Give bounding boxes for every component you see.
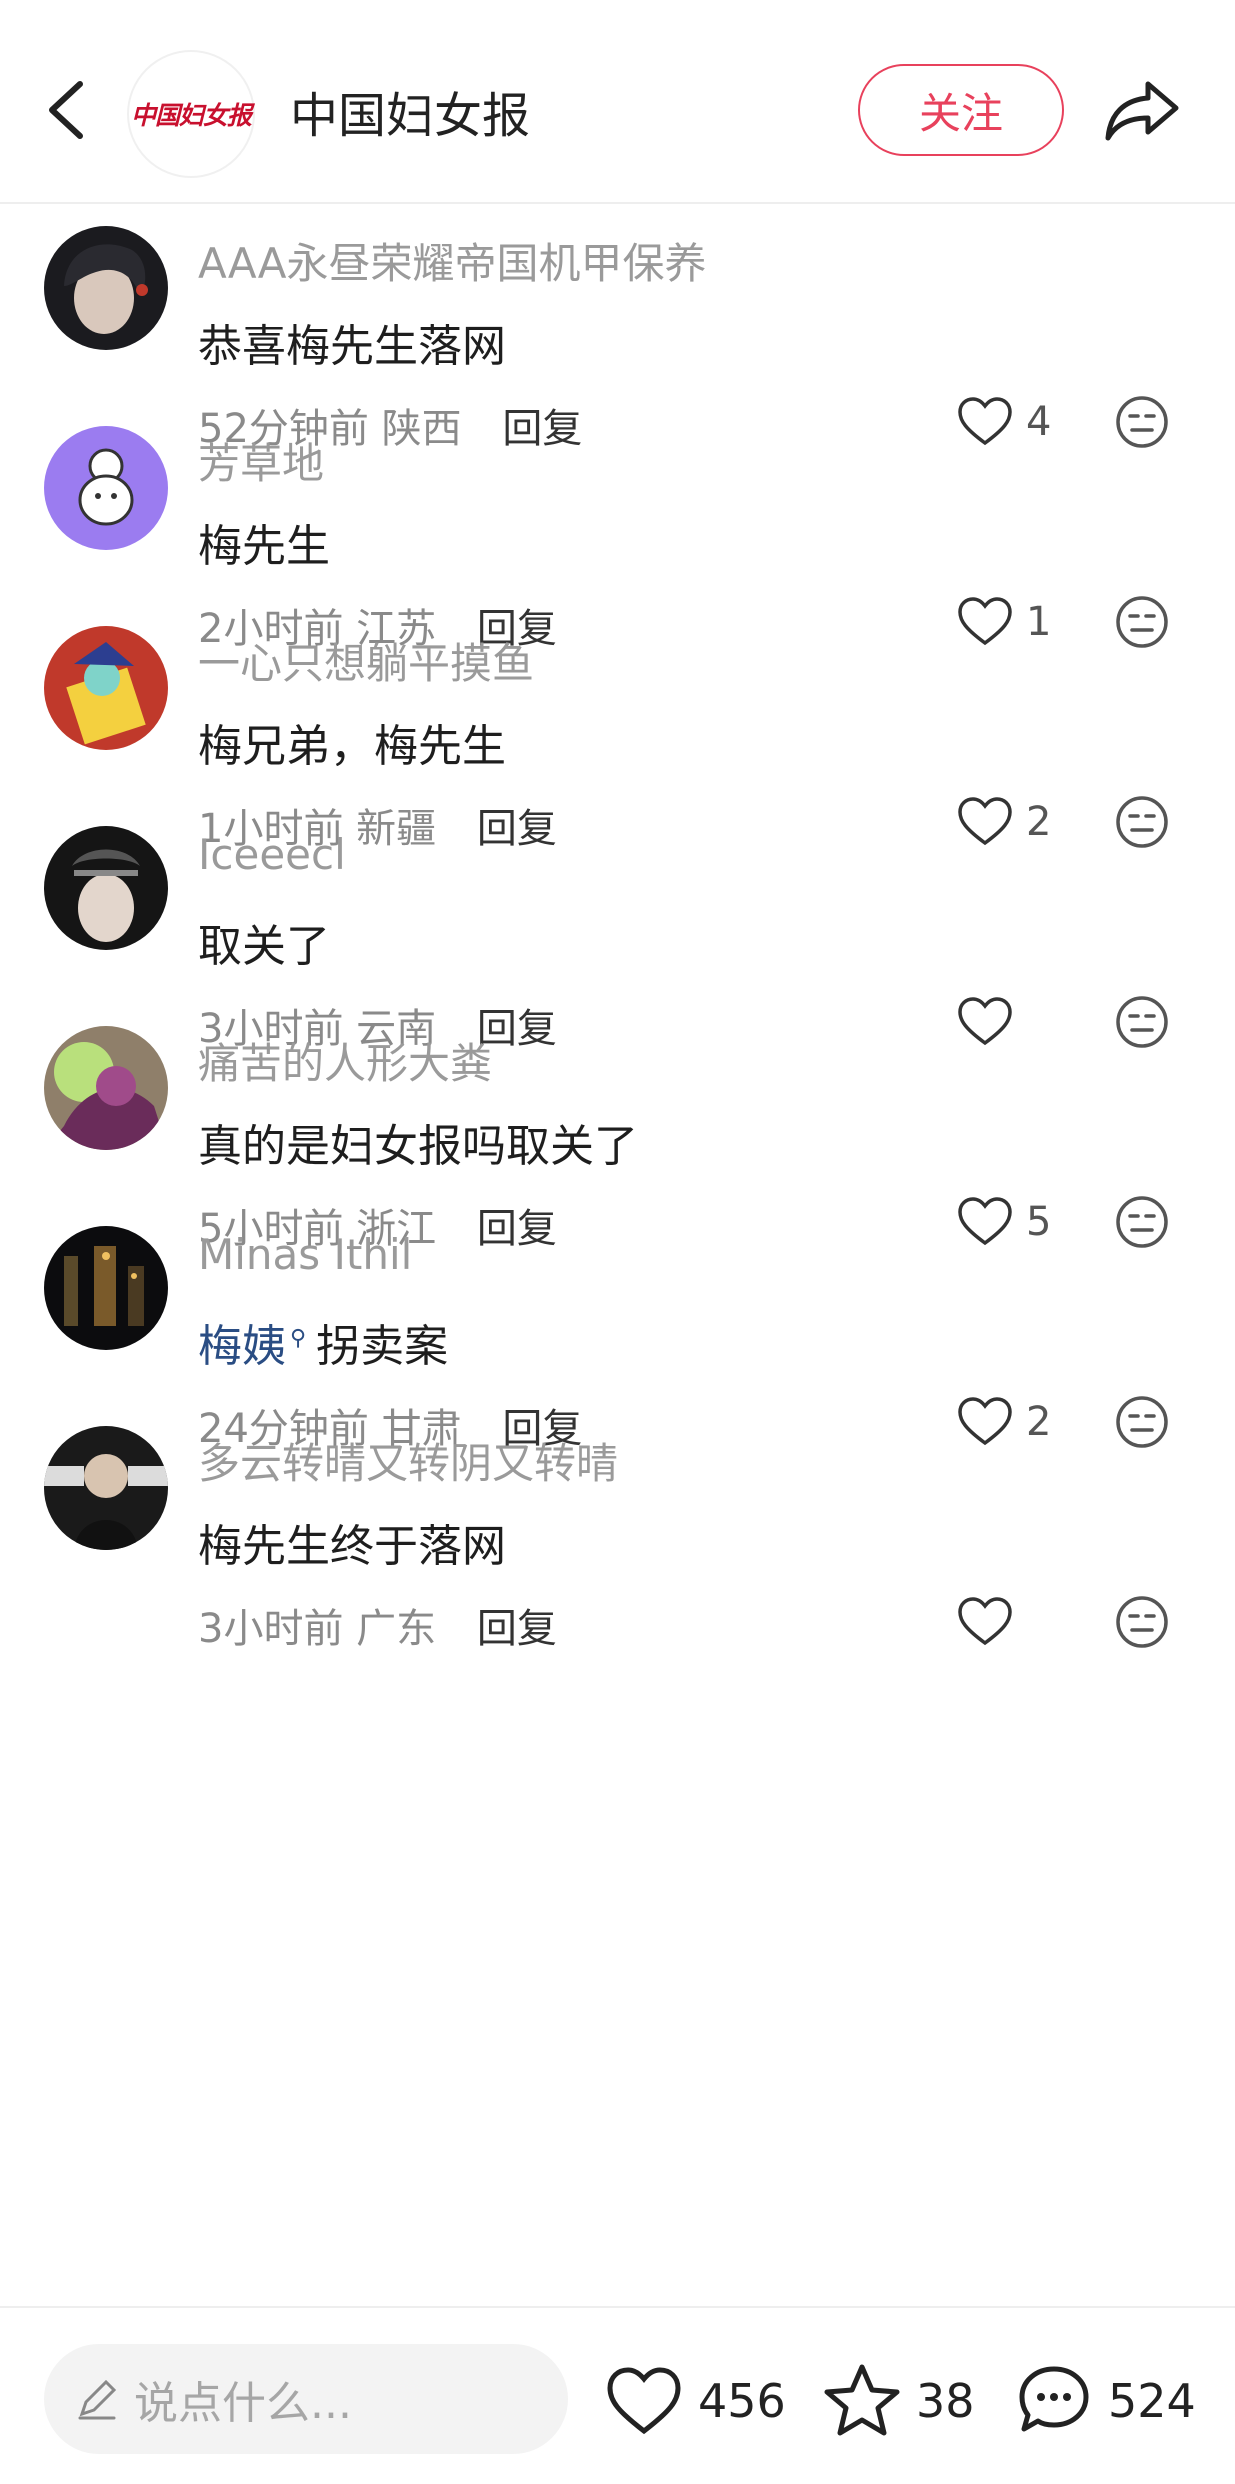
comment-text: 梅姨 ⚲ 拐卖案	[198, 1310, 448, 1374]
comment-time: 3小时前	[198, 1606, 344, 1652]
reaction-emoji-icon[interactable]	[1114, 1594, 1170, 1650]
username[interactable]: 痛苦的人形大粪	[198, 1030, 492, 1091]
page-title: 中国妇女报	[290, 88, 531, 144]
favorite-button[interactable]: 38	[822, 2356, 975, 2446]
username[interactable]: 一心只想躺平摸鱼	[198, 630, 534, 691]
username[interactable]: AAA永昼荣耀帝国机甲保养	[198, 230, 707, 291]
comment-count: 524	[1108, 2374, 1196, 2428]
pencil-icon	[78, 2379, 117, 2420]
star-icon	[824, 2364, 900, 2436]
like-post-button[interactable]: 456	[604, 2356, 786, 2446]
account-avatar[interactable]: 中国妇女报	[127, 50, 255, 178]
avatar[interactable]	[44, 226, 168, 350]
comment-bubble-icon	[1019, 2366, 1089, 2432]
avatar[interactable]	[44, 826, 168, 950]
search-icon: ⚲	[290, 1326, 307, 1352]
comment-list: AAA永昼荣耀帝国机甲保养 恭喜梅先生落网 52分钟前 陕西 回复 4 芳草地	[0, 204, 1235, 2304]
heart-icon	[958, 1597, 1012, 1646]
comment-location: 广东	[356, 1606, 437, 1652]
favorite-count: 38	[916, 2374, 975, 2428]
avatar[interactable]	[44, 1426, 168, 1550]
comments-button[interactable]: 524	[1014, 2356, 1196, 2446]
comment-meta: 3小时前 广东 回复	[198, 1596, 557, 1654]
comment-text: 真的是妇女报吗取关了	[198, 1121, 638, 1172]
comment-text: 恭喜梅先生落网	[198, 321, 506, 372]
username[interactable]: 芳草地	[198, 430, 324, 491]
avatar[interactable]	[44, 626, 168, 750]
comment-text-rest: 拐卖案	[316, 1321, 449, 1372]
like-button[interactable]	[956, 1590, 1026, 1654]
post-like-count: 456	[698, 2374, 786, 2428]
username[interactable]: Minas Ithil	[198, 1230, 412, 1279]
avatar[interactable]	[44, 1026, 168, 1150]
comment-text: 取关了	[198, 921, 330, 972]
top-bar: 中国妇女报 中国妇女报 关注	[0, 0, 1235, 204]
comment-text: 梅兄弟，梅先生	[198, 721, 506, 772]
comment-text: 梅先生	[198, 521, 330, 572]
bottom-action-bar: 说点什么... 456 38 524	[0, 2306, 1235, 2484]
avatar[interactable]	[44, 1226, 168, 1350]
share-icon[interactable]	[1100, 70, 1184, 150]
logo-text: 中国妇女报	[130, 101, 252, 130]
comment-item: 多云转晴又转阴又转晴 梅先生终于落网 3小时前 广东 回复	[0, 1414, 1235, 1730]
avatar[interactable]	[44, 426, 168, 550]
comment-input-placeholder: 说点什么...	[134, 2378, 352, 2429]
search-link[interactable]: 梅姨	[198, 1321, 286, 1372]
reply-button[interactable]: 回复	[477, 1606, 557, 1652]
comment-text: 梅先生终于落网	[198, 1521, 506, 1572]
comment-input[interactable]: 说点什么...	[44, 2344, 568, 2454]
follow-button[interactable]: 关注	[858, 64, 1064, 156]
heart-icon	[607, 2367, 681, 2435]
back-arrow-icon[interactable]	[36, 70, 96, 150]
username[interactable]: Iceeecl	[198, 830, 346, 879]
username[interactable]: 多云转晴又转阴又转晴	[198, 1430, 618, 1491]
